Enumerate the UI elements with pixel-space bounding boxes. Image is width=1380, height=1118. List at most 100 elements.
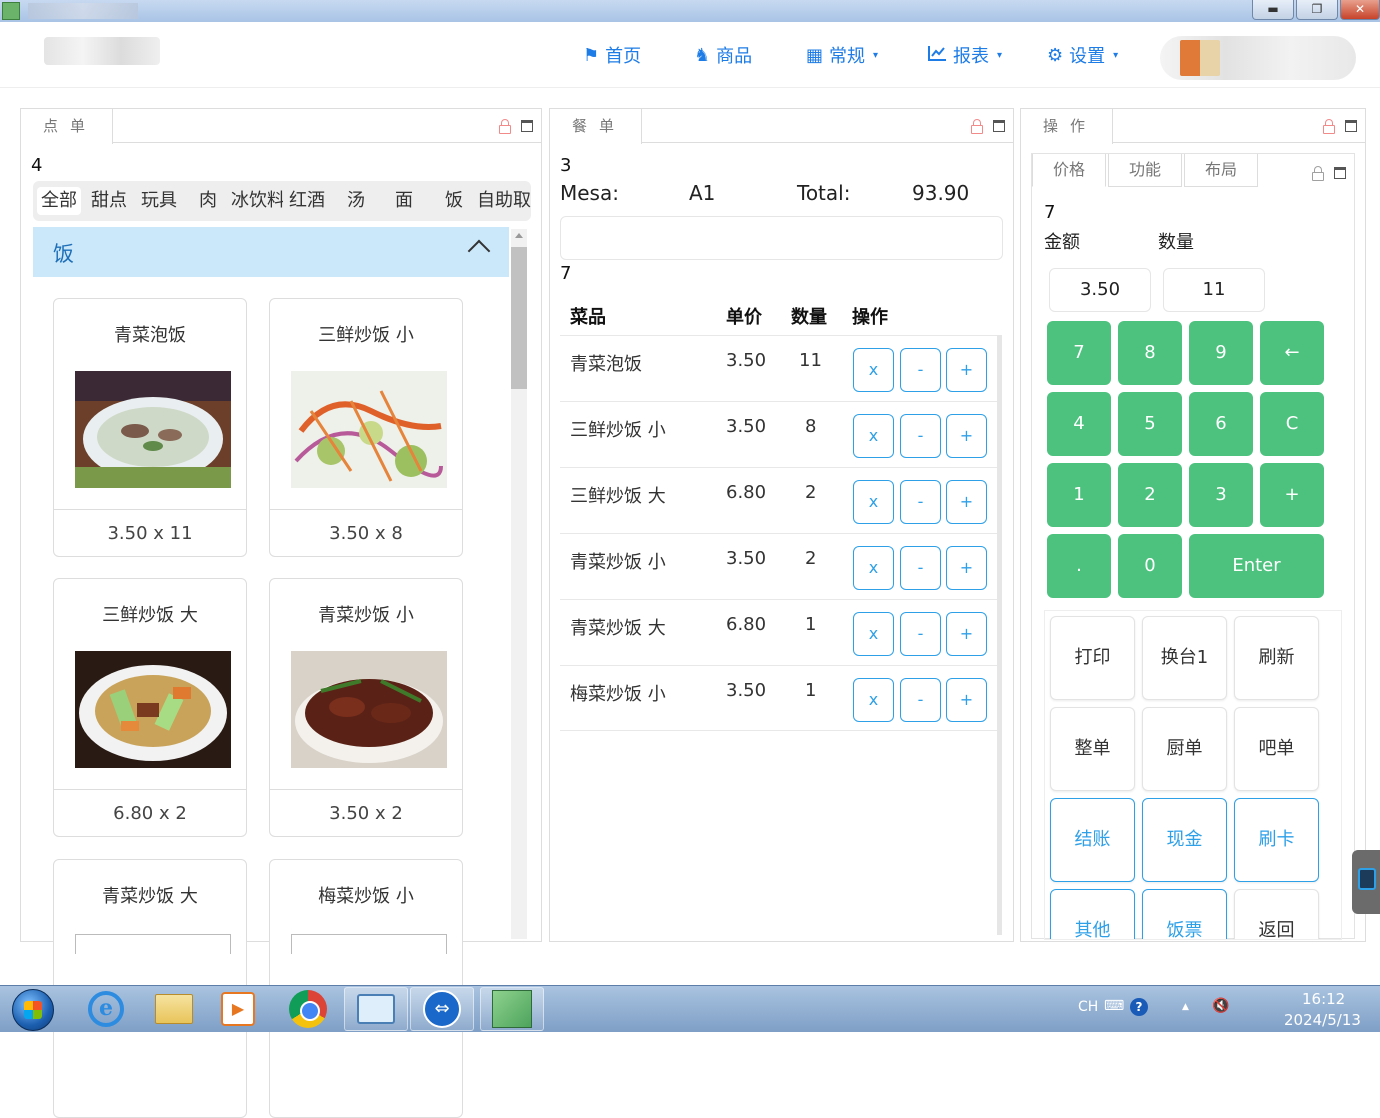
nav-home[interactable]: ⚑ 首页 bbox=[583, 42, 641, 68]
clock-time[interactable]: 16:12 bbox=[1302, 990, 1345, 1008]
volume-icon[interactable]: 🔇 bbox=[1212, 998, 1229, 1014]
taskbar-chrome[interactable] bbox=[276, 987, 340, 1031]
user-menu[interactable] bbox=[1160, 36, 1356, 80]
lock-icon[interactable] bbox=[971, 119, 983, 134]
table-row[interactable]: 三鲜炒饭 小 3.50 8 x - + bbox=[560, 401, 997, 467]
restore-button[interactable]: ❐ bbox=[1296, 0, 1338, 20]
key-6[interactable]: 6 bbox=[1189, 392, 1253, 456]
key-3[interactable]: 3 bbox=[1189, 463, 1253, 527]
increment-button[interactable]: + bbox=[946, 678, 987, 722]
backspace-key[interactable]: ← bbox=[1260, 321, 1324, 385]
lock-icon[interactable] bbox=[1312, 166, 1324, 181]
start-button[interactable] bbox=[12, 989, 54, 1031]
key-1[interactable]: 1 bbox=[1047, 463, 1111, 527]
tab-price[interactable]: 价格 bbox=[1032, 154, 1106, 187]
show-hidden-icons[interactable]: ▲ bbox=[1182, 1002, 1189, 1012]
nav-reports[interactable]: 报表 ▾ bbox=[927, 42, 1002, 68]
whole-order-button[interactable]: 整单 bbox=[1050, 707, 1135, 791]
card-button[interactable]: 刷卡 bbox=[1234, 798, 1319, 882]
maximize-icon[interactable] bbox=[1345, 120, 1357, 132]
nav-general[interactable]: ▦ 常规 ▾ bbox=[806, 42, 878, 68]
close-button[interactable]: ✕ bbox=[1340, 0, 1380, 20]
category-rice[interactable]: 饭 bbox=[441, 187, 467, 215]
print-button[interactable]: 打印 bbox=[1050, 616, 1135, 700]
taskbar-media-player[interactable]: ▶ bbox=[206, 987, 270, 1031]
taskbar-teamviewer[interactable]: ⇔ bbox=[410, 987, 474, 1031]
table-row[interactable]: 梅菜炒饭 小 3.50 1 x - + bbox=[560, 665, 997, 731]
tab-functions[interactable]: 功能 bbox=[1108, 154, 1182, 187]
brand-logo[interactable] bbox=[44, 37, 160, 65]
quantity-field[interactable]: 11 bbox=[1163, 268, 1265, 312]
clear-key[interactable]: C bbox=[1260, 392, 1324, 456]
table-row[interactable]: 青菜泡饭 3.50 11 x - + bbox=[560, 335, 997, 401]
decimal-key[interactable]: . bbox=[1047, 534, 1111, 598]
decrement-button[interactable]: - bbox=[900, 480, 941, 524]
decrement-button[interactable]: - bbox=[900, 546, 941, 590]
bar-ticket-button[interactable]: 吧单 bbox=[1234, 707, 1319, 791]
remove-button[interactable]: x bbox=[853, 612, 894, 656]
key-9[interactable]: 9 bbox=[1189, 321, 1253, 385]
nav-products[interactable]: ♞ 商品 bbox=[694, 42, 752, 68]
decrement-button[interactable]: - bbox=[900, 678, 941, 722]
taskbar-pos-app[interactable] bbox=[480, 987, 544, 1031]
checkout-button[interactable]: 结账 bbox=[1050, 798, 1135, 882]
category-dessert[interactable]: 甜点 bbox=[87, 187, 131, 215]
key-0[interactable]: 0 bbox=[1118, 534, 1182, 598]
scroll-up-icon[interactable] bbox=[515, 233, 523, 238]
tab-layout[interactable]: 布局 bbox=[1184, 154, 1258, 187]
remove-button[interactable]: x bbox=[853, 678, 894, 722]
keyboard-icon[interactable]: ⌨ bbox=[1104, 998, 1124, 1014]
increment-button[interactable]: + bbox=[946, 348, 987, 392]
increment-button[interactable]: + bbox=[946, 612, 987, 656]
plus-key[interactable]: + bbox=[1260, 463, 1324, 527]
table-row[interactable]: 青菜炒饭 大 6.80 1 x - + bbox=[560, 599, 997, 665]
category-cold-drinks[interactable]: 冰饮料 bbox=[227, 187, 283, 215]
dish-card[interactable]: 青菜泡饭 3.50 x 11 bbox=[53, 298, 247, 557]
dish-card[interactable]: 青菜炒饭 小 3.50 x 2 bbox=[269, 578, 463, 837]
tab-operations[interactable]: 操作 bbox=[1021, 109, 1113, 144]
lock-icon[interactable] bbox=[499, 119, 511, 134]
scrollbar-thumb[interactable] bbox=[511, 247, 527, 389]
category-toys[interactable]: 玩具 bbox=[137, 187, 181, 215]
key-8[interactable]: 8 bbox=[1118, 321, 1182, 385]
remove-button[interactable]: x bbox=[853, 414, 894, 458]
remove-button[interactable]: x bbox=[853, 480, 894, 524]
table-row[interactable]: 三鲜炒饭 大 6.80 2 x - + bbox=[560, 467, 997, 533]
taskbar-ie[interactable]: e bbox=[74, 987, 138, 1031]
category-meat[interactable]: 肉 bbox=[195, 187, 221, 215]
chevron-up-icon[interactable] bbox=[467, 239, 491, 263]
nav-settings[interactable]: ⚙ 设置 ▾ bbox=[1047, 42, 1118, 68]
language-indicator[interactable]: CH bbox=[1078, 999, 1098, 1015]
category-wine[interactable]: 红酒 bbox=[285, 187, 329, 215]
enter-key[interactable]: Enter bbox=[1189, 534, 1324, 598]
back-button[interactable]: 返回 bbox=[1234, 889, 1319, 939]
taskbar-explorer[interactable] bbox=[142, 987, 206, 1031]
category-all[interactable]: 全部 bbox=[37, 187, 81, 215]
maximize-icon[interactable] bbox=[993, 120, 1005, 132]
key-5[interactable]: 5 bbox=[1118, 392, 1182, 456]
decrement-button[interactable]: - bbox=[900, 414, 941, 458]
category-noodles[interactable]: 面 bbox=[391, 187, 417, 215]
change-table-button[interactable]: 换台1 bbox=[1142, 616, 1227, 700]
minimize-button[interactable]: ▬ bbox=[1252, 0, 1294, 20]
scrollbar[interactable] bbox=[997, 335, 1002, 935]
teamviewer-side-widget[interactable] bbox=[1352, 850, 1380, 914]
increment-button[interactable]: + bbox=[946, 480, 987, 524]
decrement-button[interactable]: - bbox=[900, 348, 941, 392]
key-7[interactable]: 7 bbox=[1047, 321, 1111, 385]
cash-button[interactable]: 现金 bbox=[1142, 798, 1227, 882]
help-icon[interactable]: ? bbox=[1130, 998, 1148, 1016]
refresh-button[interactable]: 刷新 bbox=[1234, 616, 1319, 700]
kitchen-ticket-button[interactable]: 厨单 bbox=[1142, 707, 1227, 791]
other-payment-button[interactable]: 其他 bbox=[1050, 889, 1135, 939]
table-row[interactable]: 青菜炒饭 小 3.50 2 x - + bbox=[560, 533, 997, 599]
remove-button[interactable]: x bbox=[853, 348, 894, 392]
maximize-icon[interactable] bbox=[521, 120, 533, 132]
tab-menu[interactable]: 餐单 bbox=[550, 109, 642, 144]
tab-order[interactable]: 点单 bbox=[21, 109, 113, 144]
lock-icon[interactable] bbox=[1323, 119, 1335, 134]
maximize-icon[interactable] bbox=[1334, 167, 1346, 179]
category-soup[interactable]: 汤 bbox=[343, 187, 369, 215]
taskbar-remote-desktop[interactable] bbox=[344, 987, 408, 1031]
scrollbar[interactable] bbox=[511, 229, 527, 939]
